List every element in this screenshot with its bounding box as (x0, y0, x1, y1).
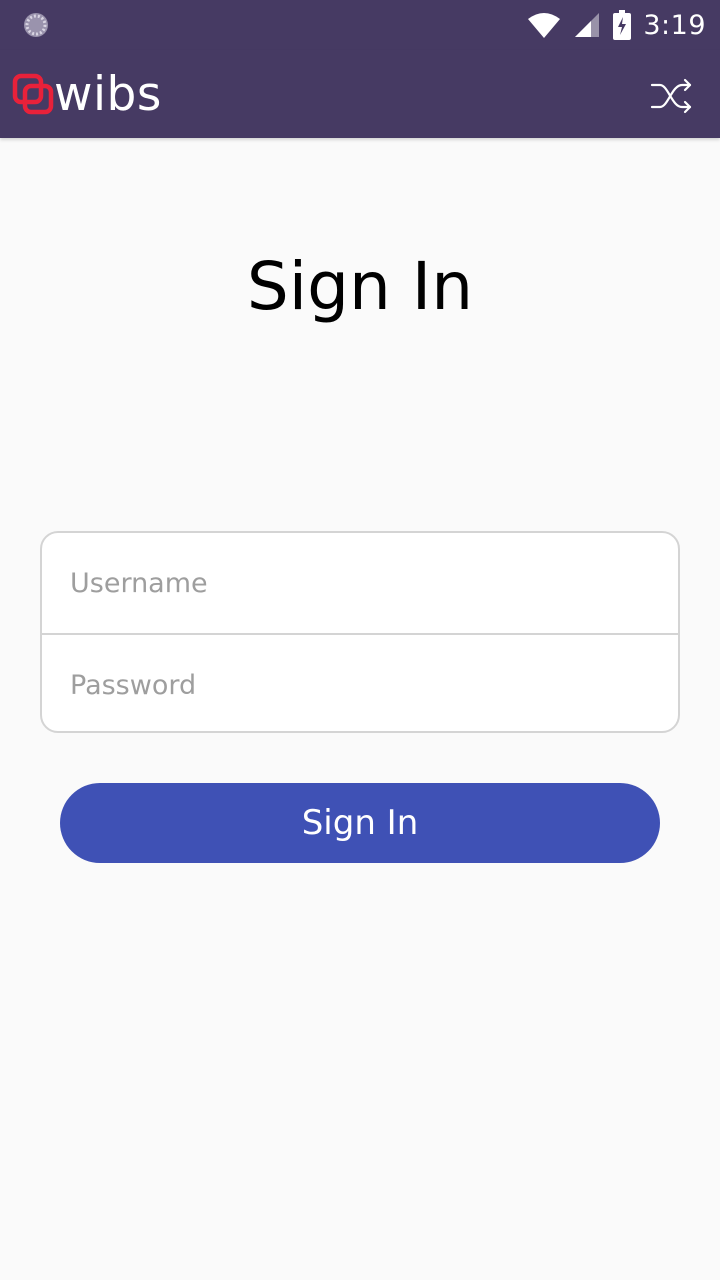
password-input[interactable] (42, 635, 678, 731)
cell-signal-icon (575, 13, 600, 37)
wifi-icon (528, 13, 561, 38)
username-input[interactable] (42, 533, 678, 633)
status-time: 3:19 (643, 9, 706, 41)
logo-mark-icon (12, 73, 54, 115)
app-bar: wibs (0, 50, 720, 138)
status-indicators: 3:19 (527, 0, 706, 50)
battery-charging-icon (613, 10, 632, 40)
app-logo: wibs (12, 70, 162, 120)
sign-in-button[interactable]: Sign In (60, 783, 660, 863)
status-bar: 3:19 (0, 0, 720, 50)
shuffle-icon (650, 78, 692, 114)
logo-text: wibs (54, 67, 162, 122)
shuffle-button[interactable] (650, 74, 694, 118)
login-form (40, 531, 680, 733)
loading-spinner-icon (24, 13, 48, 37)
page-title: Sign In (246, 248, 474, 325)
